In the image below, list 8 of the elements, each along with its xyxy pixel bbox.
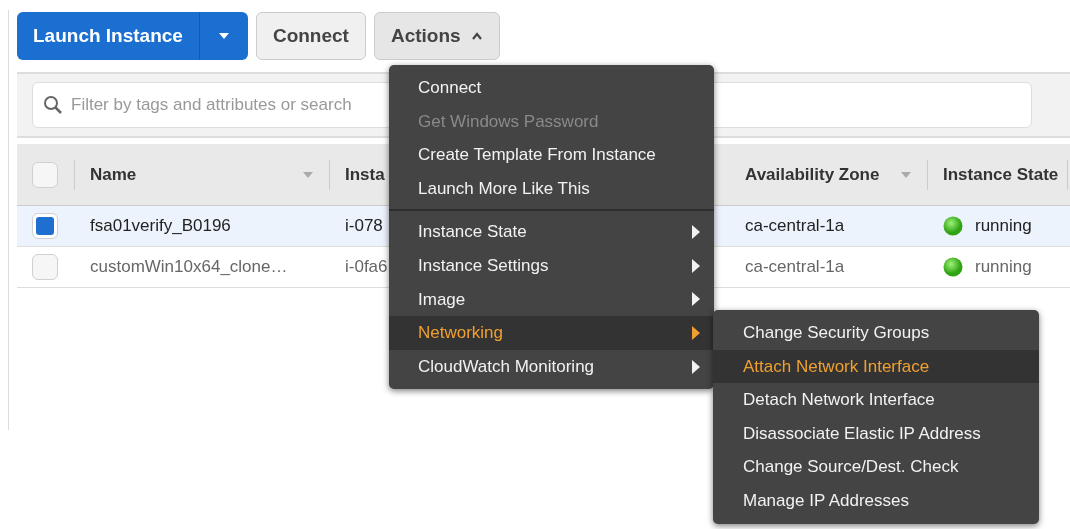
table-cell-text: running	[975, 256, 1032, 279]
table-cell-text: running	[975, 215, 1032, 238]
table-cell: i-078	[345, 216, 383, 236]
table-cell: ca-central-1a	[745, 257, 845, 277]
table-cell: i-0fa6	[345, 257, 388, 277]
table-cell: customWin10x64_clone…	[90, 257, 288, 277]
table-cell: fsa01verify_B0196	[90, 216, 231, 236]
table-cell: ca-central-1a	[745, 216, 845, 236]
